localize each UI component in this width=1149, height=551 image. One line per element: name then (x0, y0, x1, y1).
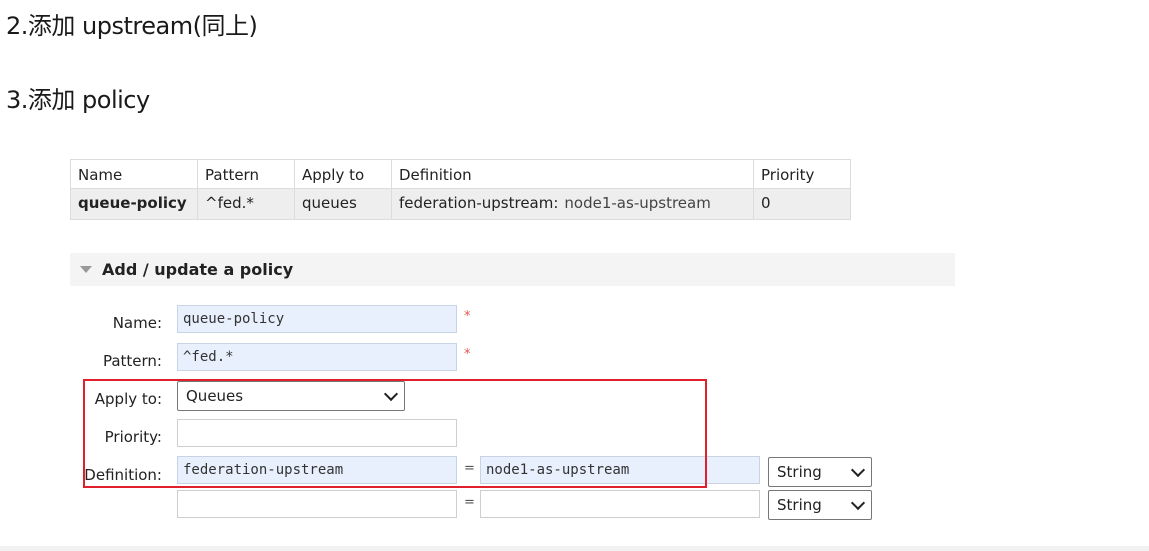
pattern-required-mark: * (464, 347, 471, 362)
highlight-annotation-box (83, 379, 707, 488)
definition-type-select[interactable]: String (768, 457, 872, 487)
definition-type-select-2[interactable]: String (768, 490, 872, 520)
section-title: Add / update a policy (102, 260, 294, 279)
column-definition[interactable]: Definition (391, 159, 754, 189)
policy-table-header: Name Pattern Apply to Definition Priorit… (70, 159, 851, 189)
equals-sign-2: = (464, 495, 475, 510)
definition-key-input-2[interactable] (177, 490, 457, 518)
table-row[interactable]: queue-policy ^fed.* queues federation-up… (70, 188, 851, 220)
definition-type-value-2: String (777, 496, 822, 514)
name-input[interactable]: queue-policy (177, 305, 457, 333)
cell-definition: federation-upstream: node1-as-upstream (391, 188, 754, 220)
column-apply-to[interactable]: Apply to (294, 159, 392, 189)
column-name[interactable]: Name (70, 159, 198, 189)
chevron-down-icon (850, 495, 866, 511)
column-priority[interactable]: Priority (753, 159, 851, 189)
cell-name[interactable]: queue-policy (70, 188, 198, 220)
column-pattern[interactable]: Pattern (197, 159, 295, 189)
bottom-divider (0, 546, 1149, 551)
pattern-label: Pattern: (102, 352, 162, 370)
definition-value-input-2[interactable] (480, 490, 760, 518)
policy-table: Name Pattern Apply to Definition Priorit… (70, 159, 851, 220)
cell-pattern: ^fed.* (197, 188, 295, 220)
pattern-input[interactable]: ^fed.* (177, 343, 457, 371)
collapse-triangle-icon[interactable] (80, 266, 92, 273)
definition-type-value: String (777, 463, 822, 481)
definition-key: federation-upstream: (399, 194, 559, 212)
name-label: Name: (112, 314, 162, 332)
chevron-down-icon (850, 462, 866, 478)
step-3-heading: 3.添加 policy (6, 86, 150, 114)
cell-apply-to: queues (294, 188, 392, 220)
definition-value: node1-as-upstream (564, 194, 711, 212)
name-required-mark: * (464, 309, 471, 324)
cell-priority: 0 (753, 188, 851, 220)
add-update-policy-section[interactable]: Add / update a policy (70, 253, 955, 286)
step-2-heading: 2.添加 upstream(同上) (6, 12, 258, 40)
